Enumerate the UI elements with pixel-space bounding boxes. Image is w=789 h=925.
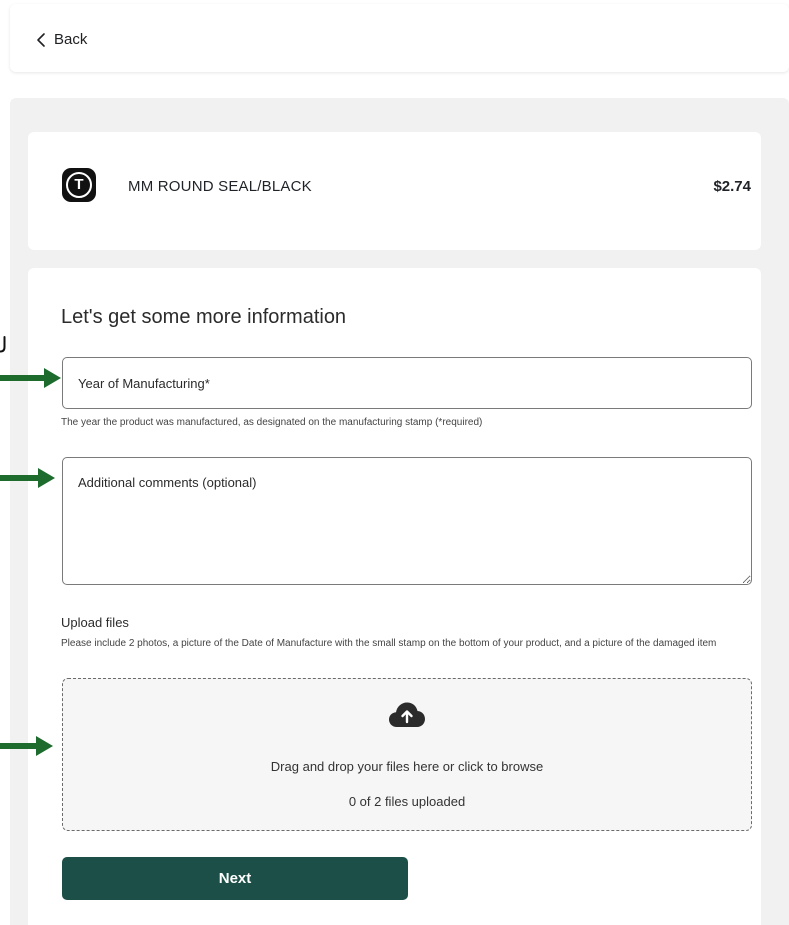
cloud-upload-icon [389,702,425,727]
back-label: Back [54,31,88,48]
year-helper-text: The year the product was manufactured, a… [61,417,483,428]
upload-title: Upload files [61,615,129,630]
brand-logo-icon: T [62,168,96,202]
form-title: Let's get some more information [61,306,347,328]
top-bar: Back [10,4,789,72]
logo-letter: T [66,172,92,198]
product-price: $2.74 [713,178,751,195]
next-button[interactable]: Next [62,857,408,900]
cropped-glyph [0,336,6,353]
info-form: Let's get some more information The year… [28,268,761,925]
back-button[interactable]: Back [34,31,87,48]
annotation-arrow-upload [0,736,53,756]
upload-count: 0 of 2 files uploaded [348,794,466,809]
year-of-manufacturing-input[interactable] [62,357,752,409]
upload-help-text: Please include 2 photos, a picture of th… [61,638,717,649]
product-card: T MM ROUND SEAL/BLACK $2.74 [28,132,761,250]
file-dropzone[interactable]: Drag and drop your files here or click t… [62,678,752,831]
product-name: MM ROUND SEAL/BLACK [128,178,312,195]
annotation-arrow-comments [0,468,55,488]
chevron-left-icon [37,32,45,47]
annotation-arrow-year [0,368,61,388]
additional-comments-textarea[interactable] [62,457,752,585]
dropzone-text: Drag and drop your files here or click t… [270,759,544,774]
